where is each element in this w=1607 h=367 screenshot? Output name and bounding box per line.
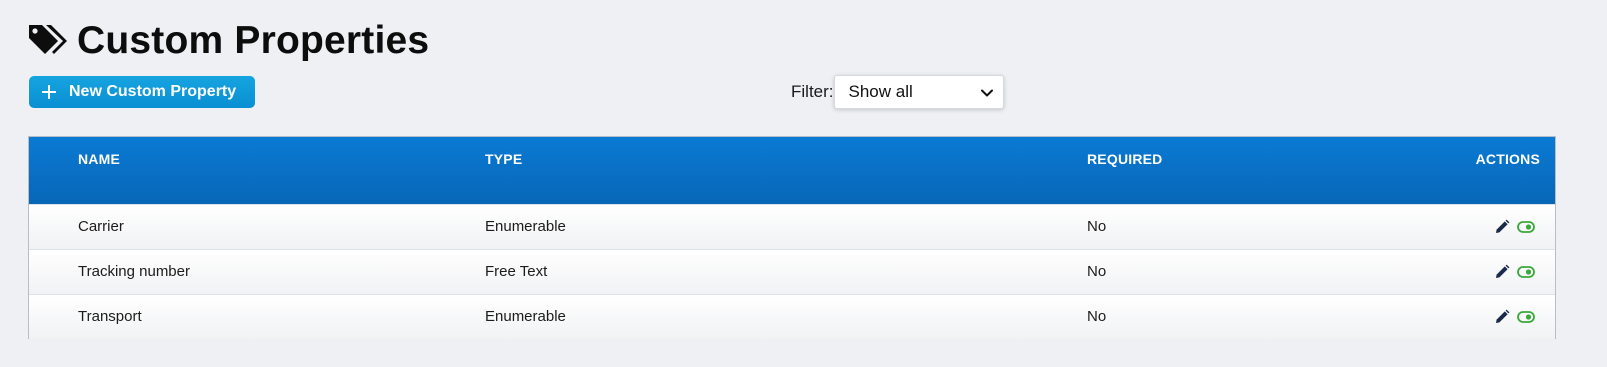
cell-required: No <box>1087 308 1107 325</box>
custom-properties-table: NAME TYPE REQUIRED ACTIONS Carrier Enume… <box>28 136 1556 339</box>
table-header: NAME TYPE REQUIRED ACTIONS <box>29 137 1555 204</box>
chevron-down-icon <box>980 82 993 102</box>
table-row: Tracking number Free Text No <box>29 249 1555 294</box>
new-custom-property-label: New Custom Property <box>69 83 237 100</box>
cell-type: Enumerable <box>485 218 566 235</box>
cell-type: Enumerable <box>485 308 566 325</box>
toggle-on-icon[interactable] <box>1517 309 1535 325</box>
row-actions <box>1493 309 1535 325</box>
row-actions <box>1493 264 1535 280</box>
column-header-actions: ACTIONS <box>1475 151 1540 167</box>
column-header-name[interactable]: NAME <box>78 151 120 167</box>
tags-icon <box>27 21 69 61</box>
table-row: Carrier Enumerable No <box>29 204 1555 249</box>
page-header: Custom Properties <box>27 18 429 64</box>
cell-required: No <box>1087 263 1107 280</box>
cell-name: Transport <box>78 308 142 325</box>
page: Custom Properties New Custom Property Fi… <box>0 0 1607 367</box>
cell-required: No <box>1087 218 1107 235</box>
edit-pencil-icon[interactable] <box>1493 219 1511 235</box>
toggle-on-icon[interactable] <box>1517 264 1535 280</box>
filter-label: Filter: <box>791 82 834 101</box>
cell-name: Tracking number <box>78 263 190 280</box>
page-title: Custom Properties <box>77 19 430 62</box>
filter-select[interactable]: Show all <box>833 75 1004 109</box>
column-header-required[interactable]: REQUIRED <box>1087 151 1163 167</box>
cell-name: Carrier <box>78 218 124 235</box>
table-row: Transport Enumerable No <box>29 294 1555 339</box>
new-custom-property-button[interactable]: New Custom Property <box>29 76 255 108</box>
edit-pencil-icon[interactable] <box>1493 264 1511 280</box>
plus-icon <box>42 85 56 99</box>
column-header-type[interactable]: TYPE <box>485 151 522 167</box>
row-actions <box>1493 219 1535 235</box>
cell-type: Free Text <box>485 263 548 280</box>
filter-group: Filter: Show all <box>791 75 1004 109</box>
filter-selected-value: Show all <box>848 82 913 101</box>
edit-pencil-icon[interactable] <box>1493 309 1511 325</box>
toggle-on-icon[interactable] <box>1517 219 1535 235</box>
